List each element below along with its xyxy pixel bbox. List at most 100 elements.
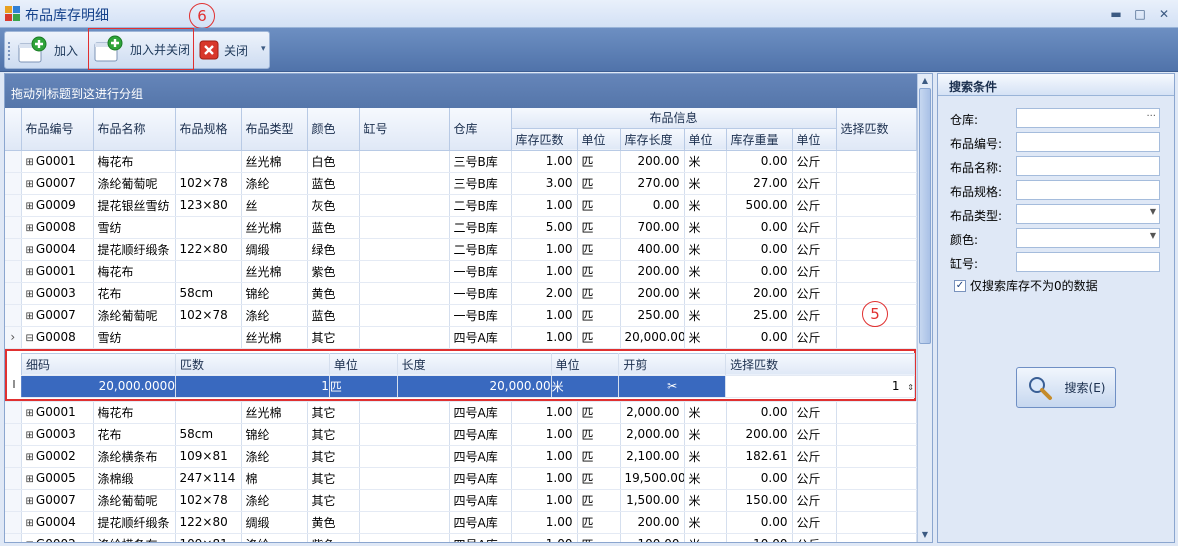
detail-cell-length[interactable]: 20,000.00 (396, 374, 552, 398)
table-cell[interactable] (836, 401, 917, 424)
table-cell[interactable]: 米 (684, 172, 727, 195)
expand-icon[interactable]: ⊞ (26, 245, 34, 256)
table-cell[interactable]: 0.00 (726, 511, 793, 534)
table-cell[interactable]: 涤棉缎 (93, 467, 176, 490)
table-cell[interactable]: ⊞ G0007 (21, 304, 94, 327)
table-cell[interactable]: ⊞ G0007 (21, 489, 94, 512)
table-cell[interactable]: 米 (684, 150, 727, 173)
table-row[interactable]: ⊞ G0007 涤纶葡萄呢 102×78 涤纶 蓝色 一号B库 1.00 匹 250.00 米 25.… (5, 304, 917, 327)
table-cell[interactable]: 绿色 (307, 238, 360, 261)
table-cell[interactable]: 25.00 (726, 304, 793, 327)
add-button[interactable]: 加入 (17, 34, 85, 66)
table-cell[interactable]: 匹 (577, 401, 621, 424)
table-row[interactable]: ⊞ G0004 提花顺纤缎条 122×80 绸缎 黄色 四号A库 1.00 匹 200.00 米 0.… (5, 511, 917, 534)
table-cell[interactable]: 公斤 (792, 467, 837, 490)
warehouse-input[interactable]: ··· (1016, 108, 1160, 128)
col-header[interactable]: 布品名称 (93, 108, 176, 151)
col-header[interactable]: 库存重量 (726, 128, 793, 151)
table-cell[interactable]: 公斤 (792, 216, 837, 239)
close-button[interactable]: 关闭 (199, 34, 261, 66)
table-cell[interactable] (359, 238, 450, 261)
table-cell[interactable]: 米 (684, 511, 727, 534)
table-cell[interactable]: 122×80 (175, 511, 242, 534)
table-cell[interactable]: 0.00 (726, 150, 793, 173)
table-cell[interactable]: 182.61 (726, 445, 793, 468)
table-cell[interactable] (836, 445, 917, 468)
table-cell[interactable]: 二号B库 (449, 194, 512, 217)
table-cell[interactable]: 0.00 (726, 467, 793, 490)
table-cell[interactable]: 公斤 (792, 445, 837, 468)
col-header[interactable]: 单位 (577, 128, 621, 151)
table-cell[interactable]: 匹 (577, 304, 621, 327)
table-row[interactable]: ⊞ G0001 梅花布 丝光棉 白色 三号B库 1.00 匹 200.00 米 0.00 公斤 (5, 150, 917, 173)
row-indicator[interactable] (5, 511, 22, 534)
table-cell[interactable]: 0.00 (620, 194, 685, 217)
band-header-info[interactable]: 布品信息 (511, 108, 837, 129)
table-cell[interactable]: 提花顺纡缎条 (93, 238, 176, 261)
table-cell[interactable]: 1.00 (511, 150, 578, 173)
table-cell[interactable]: 匹 (577, 216, 621, 239)
table-cell[interactable]: ⊟ G0008 (21, 326, 94, 349)
table-cell[interactable]: 150.00 (726, 489, 793, 512)
table-cell[interactable]: ⊞ G0004 (21, 238, 94, 261)
table-cell[interactable]: 米 (684, 260, 727, 283)
table-cell[interactable]: 三号B库 (449, 150, 512, 173)
checkbox-checked-icon[interactable]: ✓ (954, 279, 966, 292)
table-cell[interactable]: 1.00 (511, 304, 578, 327)
toolbar-grip[interactable] (8, 42, 11, 60)
detail-cell-count[interactable]: 1 (174, 374, 330, 398)
table-cell[interactable]: 蓝色 (307, 216, 360, 239)
code-input[interactable] (1016, 132, 1160, 152)
table-cell[interactable]: 58cm (175, 423, 242, 446)
table-cell[interactable]: 公斤 (792, 304, 837, 327)
table-cell[interactable]: ⊞ G0001 (21, 150, 94, 173)
table-cell[interactable]: 3.00 (511, 172, 578, 195)
table-cell[interactable]: 锦纶 (241, 282, 308, 305)
table-cell[interactable]: 匹 (577, 260, 621, 283)
table-cell[interactable]: 三号B库 (449, 172, 512, 195)
table-cell[interactable]: 700.00 (620, 216, 685, 239)
table-cell[interactable]: 10.00 (726, 533, 793, 542)
table-cell[interactable]: 1.00 (511, 511, 578, 534)
batch-input[interactable] (1016, 252, 1160, 272)
expand-icon[interactable]: ⊞ (26, 540, 34, 542)
table-cell[interactable]: 涤纶葡萄呢 (93, 172, 176, 195)
table-cell[interactable] (175, 326, 242, 349)
row-indicator[interactable] (5, 304, 22, 327)
table-cell[interactable]: 米 (684, 282, 727, 305)
minimize-icon[interactable]: ▬ (1106, 5, 1126, 23)
table-row[interactable]: ⊞ G0003 花布 58cm 锦纶 其它 四号A库 1.00 匹 2,000.00 米 200.00… (5, 423, 917, 446)
table-cell[interactable]: ⊞ G0007 (21, 172, 94, 195)
table-cell[interactable]: 1.00 (511, 260, 578, 283)
table-row[interactable]: ⊞ G0007 涤纶葡萄呢 102×78 涤纶 其它 四号A库 1.00 匹 1,500.00 米 1… (5, 489, 917, 512)
col-header[interactable]: 库存匹数 (511, 128, 578, 151)
expand-icon[interactable]: ⊞ (26, 201, 34, 212)
table-cell[interactable]: 匹 (577, 467, 621, 490)
table-cell[interactable]: 58cm (175, 282, 242, 305)
row-indicator[interactable] (5, 467, 22, 490)
table-row[interactable]: ⊞ G0005 涤棉缎 247×114 棉其它 四号A库 1.00 匹 19,500.00 米 0.… (5, 467, 917, 490)
expand-icon[interactable]: ⊞ (26, 496, 34, 507)
table-cell[interactable]: 匹 (577, 533, 621, 542)
table-cell[interactable]: 公斤 (792, 533, 837, 542)
row-indicator[interactable] (5, 172, 22, 195)
table-cell[interactable]: 一号B库 (449, 282, 512, 305)
table-cell[interactable] (836, 489, 917, 512)
table-cell[interactable]: 1.00 (511, 238, 578, 261)
scroll-thumb[interactable] (919, 88, 931, 344)
table-cell[interactable]: 涤纶横条布 (93, 533, 176, 542)
table-row[interactable]: ⊞ G0002 涤纶横条布 109×81 涤纶 其它 四号A库 1.00 匹 2,100.00 米 1… (5, 445, 917, 468)
table-cell[interactable] (359, 194, 450, 217)
table-cell[interactable]: 匹 (577, 282, 621, 305)
table-cell[interactable]: 白色 (307, 150, 360, 173)
nonzero-checkbox[interactable]: ✓ 仅搜索库存不为0的数据 (954, 277, 1098, 294)
table-cell[interactable]: 涤纶葡萄呢 (93, 489, 176, 512)
table-cell[interactable]: 二号B库 (449, 216, 512, 239)
row-indicator[interactable] (5, 194, 22, 217)
expand-icon[interactable]: ⊞ (26, 518, 34, 529)
table-cell[interactable]: 匹 (577, 423, 621, 446)
col-header[interactable]: 选择匹数 (836, 108, 917, 151)
table-cell[interactable]: 匹 (577, 194, 621, 217)
table-cell[interactable]: 涤纶横条布 (93, 445, 176, 468)
table-cell[interactable]: 涤纶 (241, 533, 308, 542)
